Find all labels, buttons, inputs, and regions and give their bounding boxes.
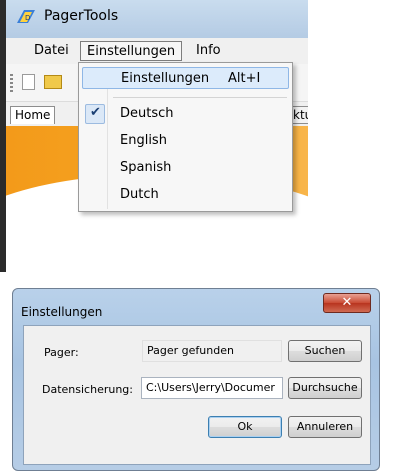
title-bar: D PagerTools xyxy=(6,0,308,38)
pager-status: Pager gefunden xyxy=(142,340,282,362)
menu-datei[interactable]: Datei xyxy=(28,41,75,61)
dialog-body: Pager: Pager gefunden Suchen Datensicher… xyxy=(23,325,371,465)
menu-bar: Datei Einstellungen Info xyxy=(6,38,308,64)
checkmark-icon: ✔ xyxy=(90,105,101,120)
window-title: PagerTools xyxy=(44,8,119,24)
menu-separator xyxy=(113,97,287,98)
browse-button[interactable]: Durchsuche xyxy=(288,377,362,399)
svg-text:D: D xyxy=(25,14,30,22)
menu-item-einstellungen[interactable]: Einstellungen Alt+I xyxy=(82,67,289,89)
dialog-title: Einstellungen xyxy=(21,305,103,319)
menu-item-deutsch[interactable]: ✔ Deutsch xyxy=(82,103,289,125)
search-button[interactable]: Suchen xyxy=(288,340,362,362)
menu-info[interactable]: Info xyxy=(190,41,227,61)
menu-item-label: Dutch xyxy=(120,187,159,202)
einstellungen-dialog: Einstellungen ✕ Pager: Pager gefunden Su… xyxy=(12,288,380,471)
menu-item-spanish[interactable]: Spanish xyxy=(82,157,289,179)
new-document-icon[interactable] xyxy=(22,74,35,90)
menu-item-label: English xyxy=(120,133,167,148)
open-folder-icon[interactable] xyxy=(44,75,62,89)
menu-item-shortcut: Alt+I xyxy=(228,71,261,86)
close-icon: ✕ xyxy=(341,295,353,310)
menu-item-dutch[interactable]: Dutch xyxy=(82,184,289,206)
checkmark-frame: ✔ xyxy=(85,104,105,124)
tab-home[interactable]: Home xyxy=(10,106,56,124)
cancel-button[interactable]: Annuleren xyxy=(288,416,362,438)
close-button[interactable]: ✕ xyxy=(323,293,371,313)
menu-item-english[interactable]: English xyxy=(82,130,289,152)
backup-label: Datensicherung: xyxy=(42,383,133,396)
backup-path-input[interactable]: C:\Users\Jerry\Documer xyxy=(141,377,283,399)
menu-item-label: Einstellungen xyxy=(121,71,210,86)
menu-einstellungen[interactable]: Einstellungen xyxy=(80,41,183,61)
pagertools-window: D PagerTools Datei Einstellungen Info he… xyxy=(0,0,308,272)
ok-button[interactable]: Ok xyxy=(208,416,282,438)
toolbar-grip[interactable] xyxy=(10,74,13,92)
menu-item-label: Spanish xyxy=(120,160,172,175)
menu-item-label: Deutsch xyxy=(120,106,174,121)
pager-label: Pager: xyxy=(44,346,79,359)
einstellungen-dropdown: Einstellungen Alt+I ✔ Deutsch English Sp… xyxy=(78,62,293,212)
pager-app-icon: D xyxy=(17,10,35,23)
